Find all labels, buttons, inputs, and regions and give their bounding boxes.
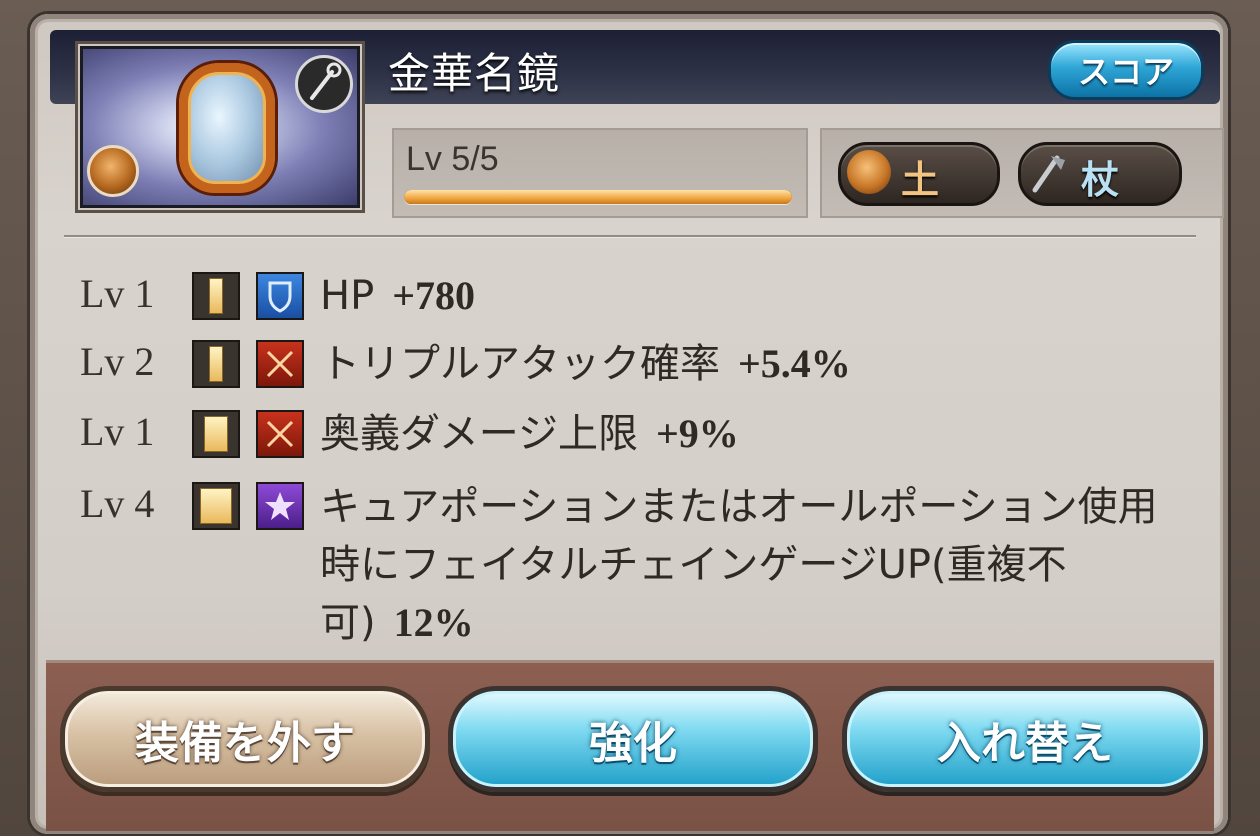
skill-value: +780 bbox=[392, 273, 475, 318]
rank-1-icon bbox=[192, 272, 240, 320]
enhance-button[interactable]: 強化 bbox=[448, 686, 818, 792]
skill-value: +9% bbox=[656, 411, 739, 456]
divider bbox=[64, 235, 1196, 237]
skill-level: Lv 2 bbox=[80, 339, 155, 384]
skill-name: トリプルアタック確率 bbox=[320, 341, 720, 387]
level-progress-bar bbox=[404, 190, 792, 204]
earth-element-icon bbox=[87, 145, 139, 197]
skill-value: +5.4% bbox=[738, 341, 851, 386]
skill-level: Lv 4 bbox=[80, 481, 155, 526]
skill-value: 12% bbox=[393, 600, 474, 645]
weapon-type-badge: 杖 bbox=[1018, 142, 1182, 206]
rank-1-icon bbox=[192, 340, 240, 388]
weapon-type-label: 杖 bbox=[1081, 158, 1120, 202]
shield-icon bbox=[256, 272, 304, 320]
swap-button-label: 入れ替え bbox=[937, 718, 1113, 769]
rank-3-icon bbox=[192, 482, 240, 530]
swap-button[interactable]: 入れ替え bbox=[842, 686, 1208, 792]
skill-name: HP bbox=[320, 273, 375, 319]
earth-element-icon bbox=[847, 150, 891, 194]
skill-level: Lv 1 bbox=[80, 409, 155, 454]
crossed-swords-icon bbox=[256, 410, 304, 458]
rank-2-icon bbox=[192, 410, 240, 458]
level-text: Lv 5/5 bbox=[406, 140, 499, 178]
staff-weapon-icon bbox=[1027, 150, 1071, 194]
mirror-image bbox=[179, 63, 275, 193]
score-button[interactable]: スコア bbox=[1048, 40, 1204, 100]
skill-level: Lv 1 bbox=[80, 271, 155, 316]
element-label: 土 bbox=[901, 158, 940, 202]
crossed-swords-icon bbox=[256, 340, 304, 388]
star-icon bbox=[256, 482, 304, 530]
skill-name: 奥義ダメージ上限 bbox=[320, 411, 638, 457]
unequip-button[interactable]: 装備を外す bbox=[60, 686, 430, 792]
unequip-button-label: 装備を外す bbox=[135, 718, 355, 769]
item-thumbnail bbox=[80, 46, 360, 208]
element-badge: 土 bbox=[838, 142, 1000, 206]
level-progress-fill bbox=[404, 190, 792, 204]
enhance-button-label: 強化 bbox=[589, 718, 677, 769]
item-name: 金華名鏡 bbox=[388, 49, 561, 98]
staff-weapon-icon bbox=[295, 55, 353, 113]
